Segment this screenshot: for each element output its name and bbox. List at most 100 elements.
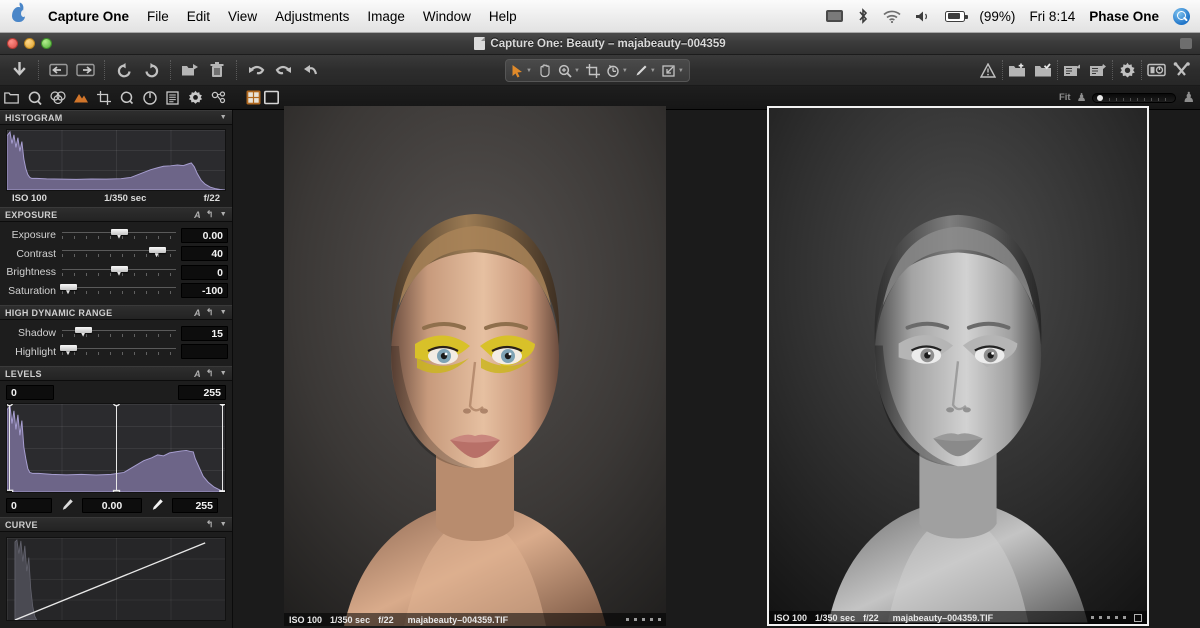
levels-output-white[interactable]: 255 bbox=[172, 498, 218, 513]
tab-batch[interactable] bbox=[207, 87, 230, 109]
levels-input-white[interactable]: 255 bbox=[178, 385, 226, 400]
slider-value[interactable] bbox=[181, 344, 228, 359]
levels-black-handle[interactable] bbox=[9, 403, 10, 493]
rating-star[interactable] bbox=[1091, 616, 1094, 619]
menu-bar-clock[interactable]: Fri 8:14 bbox=[1022, 0, 1082, 32]
slider-track[interactable] bbox=[62, 228, 176, 243]
pointer-tool[interactable]: ▼ bbox=[508, 60, 535, 81]
rating-star[interactable] bbox=[626, 618, 629, 621]
fit-label[interactable]: Fit bbox=[1059, 92, 1071, 103]
close-window-button[interactable] bbox=[7, 38, 18, 49]
slider-knob[interactable] bbox=[149, 247, 166, 253]
levels-white-handle-bottom[interactable] bbox=[218, 489, 226, 493]
toolbar-toggle-button[interactable] bbox=[1180, 38, 1192, 49]
slider-value[interactable]: 15 bbox=[181, 326, 228, 341]
slider-contrast[interactable]: Contrast 40 bbox=[0, 245, 232, 264]
chevron-down-icon[interactable]: ▼ bbox=[650, 68, 656, 74]
next-image-button[interactable] bbox=[73, 59, 97, 81]
menu-item-adjustments[interactable]: Adjustments bbox=[266, 9, 358, 24]
edit-metadata-button[interactable] bbox=[1086, 59, 1110, 81]
histogram-section-header[interactable]: HISTOGRAM ▼ bbox=[0, 110, 232, 125]
levels-auto-button[interactable]: A bbox=[194, 369, 201, 379]
slider-knob[interactable] bbox=[111, 229, 128, 235]
slider-value[interactable]: 40 bbox=[181, 246, 228, 261]
bluetooth-icon[interactable] bbox=[850, 0, 876, 32]
zoom-window-button[interactable] bbox=[41, 38, 52, 49]
eyedropper-black-icon[interactable] bbox=[56, 497, 78, 513]
spotlight-search-icon[interactable] bbox=[1166, 0, 1200, 32]
white-balance-picker-tool[interactable]: ▼ bbox=[631, 60, 659, 81]
tab-details[interactable] bbox=[138, 87, 161, 109]
rating-star[interactable] bbox=[634, 618, 637, 621]
menu-item-help[interactable]: Help bbox=[480, 9, 526, 24]
chevron-down-icon[interactable]: ▼ bbox=[574, 68, 580, 74]
chevron-down-icon[interactable]: ▼ bbox=[678, 68, 684, 74]
tab-color[interactable] bbox=[46, 87, 69, 109]
slider-knob[interactable] bbox=[60, 284, 77, 290]
tab-lens[interactable] bbox=[92, 87, 115, 109]
hdr-reset-icon[interactable]: ↰ bbox=[206, 307, 214, 318]
levels-section-header[interactable]: LEVELS A ↰ ▼ bbox=[0, 366, 232, 381]
slider-value[interactable]: -100 bbox=[181, 283, 228, 298]
slider-exposure[interactable]: Exposure 0.00 bbox=[0, 226, 232, 245]
preferences-button[interactable] bbox=[1115, 59, 1139, 81]
rotate-left-button[interactable] bbox=[112, 59, 136, 81]
photo-color-variant[interactable]: ISO 100 1/350 sec f/22 majabeauty–004359… bbox=[284, 106, 666, 626]
slider-brightness[interactable]: Brightness 0 bbox=[0, 263, 232, 282]
chevron-down-icon[interactable]: ▼ bbox=[220, 309, 227, 316]
zoom-slider[interactable] bbox=[1092, 93, 1176, 103]
delete-button[interactable] bbox=[205, 59, 229, 81]
curve-graph[interactable] bbox=[6, 537, 226, 621]
apply-adjustments-button[interactable] bbox=[1060, 59, 1084, 81]
slider-knob[interactable] bbox=[111, 266, 128, 272]
levels-gray-handle-bottom[interactable] bbox=[112, 489, 121, 493]
menu-item-image[interactable]: Image bbox=[358, 9, 414, 24]
chevron-down-icon[interactable]: ▼ bbox=[220, 211, 227, 218]
menu-item-file[interactable]: File bbox=[138, 9, 178, 24]
copy-adjustments-tool[interactable]: ▼ bbox=[659, 60, 687, 81]
customize-toolbar-button[interactable] bbox=[1170, 59, 1194, 81]
tab-library[interactable] bbox=[0, 87, 23, 109]
exposure-reset-icon[interactable]: ↰ bbox=[206, 209, 214, 220]
levels-white-handle-top[interactable] bbox=[218, 403, 226, 407]
zoom-tool[interactable]: ▼ bbox=[555, 60, 583, 81]
menu-item-edit[interactable]: Edit bbox=[178, 9, 219, 24]
wifi-icon[interactable] bbox=[876, 0, 908, 32]
chevron-down-icon[interactable]: ▼ bbox=[220, 114, 227, 121]
chevron-down-icon[interactable]: ▼ bbox=[526, 68, 532, 74]
reset-adjustments-button[interactable] bbox=[298, 59, 322, 81]
levels-input-black[interactable]: 0 bbox=[6, 385, 54, 400]
photo-bw-variant[interactable]: ISO 100 1/350 sec f/22 majabeauty–004359… bbox=[767, 106, 1149, 626]
histogram-graph[interactable] bbox=[6, 129, 226, 191]
rating-star[interactable] bbox=[658, 618, 661, 621]
rotate-tool[interactable]: ▼ bbox=[603, 60, 631, 81]
rating-star[interactable] bbox=[1123, 616, 1126, 619]
exposure-section-header[interactable]: EXPOSURE A ↰ ▼ bbox=[0, 207, 232, 222]
slider-saturation[interactable]: Saturation -100 bbox=[0, 282, 232, 301]
levels-gray-handle[interactable] bbox=[116, 403, 117, 493]
slider-track[interactable] bbox=[62, 283, 176, 298]
volume-icon[interactable] bbox=[908, 0, 938, 32]
menu-bar-user[interactable]: Phase One bbox=[1082, 0, 1166, 32]
chevron-down-icon[interactable]: ▼ bbox=[622, 68, 628, 74]
tab-composition[interactable] bbox=[115, 87, 138, 109]
menu-item-view[interactable]: View bbox=[219, 9, 266, 24]
rating-star[interactable] bbox=[1115, 616, 1118, 619]
warning-icon[interactable] bbox=[976, 59, 1000, 81]
battery-icon[interactable] bbox=[938, 0, 972, 32]
tab-metadata[interactable] bbox=[161, 87, 184, 109]
exposure-meter-button[interactable] bbox=[1144, 59, 1168, 81]
rating-star[interactable] bbox=[1099, 616, 1102, 619]
slider-track[interactable] bbox=[62, 326, 176, 341]
tab-adjustments[interactable] bbox=[184, 87, 207, 109]
levels-black-handle-top[interactable] bbox=[6, 403, 14, 407]
levels-output-black[interactable]: 0 bbox=[6, 498, 52, 513]
exposure-auto-button[interactable]: A bbox=[194, 210, 201, 220]
crop-tool[interactable] bbox=[583, 60, 603, 81]
slider-value[interactable]: 0 bbox=[181, 265, 228, 280]
display-icon[interactable] bbox=[819, 0, 850, 32]
apple-logo-icon[interactable] bbox=[12, 7, 25, 25]
levels-gamma-value[interactable]: 0.00 bbox=[82, 498, 142, 513]
hdr-auto-button[interactable]: A bbox=[194, 308, 201, 318]
grid-view-button[interactable] bbox=[244, 87, 262, 109]
